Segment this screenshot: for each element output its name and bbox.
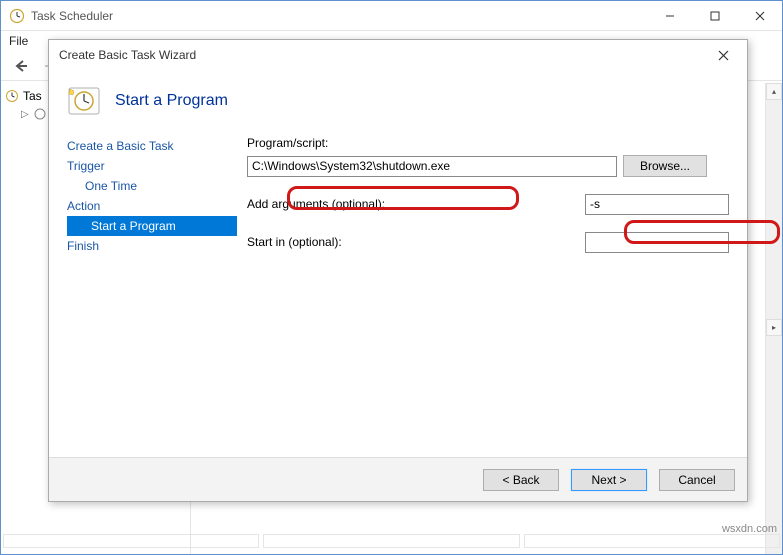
expander-icon[interactable]: ▷ <box>21 109 29 120</box>
dialog-footer: < Back Next > Cancel <box>49 457 747 501</box>
tree-root-label: Tas <box>23 89 42 103</box>
dialog-close-button[interactable] <box>709 45 737 65</box>
watermark: wsxdn.com <box>722 523 777 535</box>
step-finish[interactable]: Finish <box>67 236 237 256</box>
maximize-button[interactable] <box>692 1 737 30</box>
window-title: Task Scheduler <box>31 9 647 23</box>
step-start-program[interactable]: Start a Program <box>67 216 237 236</box>
clock-icon <box>5 89 19 103</box>
next-button[interactable]: Next > <box>571 469 647 491</box>
startin-input[interactable] <box>585 232 729 253</box>
title-bar: Task Scheduler <box>1 1 782 31</box>
wizard-header: Start a Program <box>49 70 747 136</box>
step-action[interactable]: Action <box>67 196 237 216</box>
form-area: Program/script: Browse... Add arguments … <box>247 136 729 436</box>
scroll-right-icon[interactable]: ▸ <box>766 319 782 336</box>
arguments-input[interactable] <box>585 194 729 215</box>
main-window: Task Scheduler File Tas ▷ ▴ ▸ <box>0 0 783 555</box>
step-trigger[interactable]: Trigger <box>67 156 237 176</box>
wizard-icon <box>67 84 101 118</box>
status-strip <box>1 494 782 554</box>
program-label: Program/script: <box>247 136 729 150</box>
scrollbar[interactable]: ▴ ▸ <box>765 83 782 554</box>
dialog-title: Create Basic Task Wizard <box>59 48 709 62</box>
step-onetime[interactable]: One Time <box>67 176 237 196</box>
back-button[interactable] <box>9 54 33 78</box>
wizard-body: Create a Basic Task Trigger One Time Act… <box>49 136 747 436</box>
browse-button[interactable]: Browse... <box>623 155 707 177</box>
arguments-label: Add arguments (optional): <box>247 197 585 211</box>
scroll-up-icon[interactable]: ▴ <box>766 83 782 100</box>
wizard-dialog: Create Basic Task Wizard Start a Program… <box>48 39 748 502</box>
close-button[interactable] <box>737 1 782 30</box>
step-create[interactable]: Create a Basic Task <box>67 136 237 156</box>
app-icon <box>9 8 25 24</box>
step-list: Create a Basic Task Trigger One Time Act… <box>67 136 247 436</box>
wizard-heading: Start a Program <box>115 92 228 110</box>
dialog-title-bar: Create Basic Task Wizard <box>49 40 747 70</box>
folder-icon <box>33 107 47 121</box>
program-input[interactable] <box>247 156 617 177</box>
startin-label: Start in (optional): <box>247 235 585 249</box>
cancel-button[interactable]: Cancel <box>659 469 735 491</box>
menu-file[interactable]: File <box>9 34 28 48</box>
minimize-button[interactable] <box>647 1 692 30</box>
back-wizard-button[interactable]: < Back <box>483 469 559 491</box>
